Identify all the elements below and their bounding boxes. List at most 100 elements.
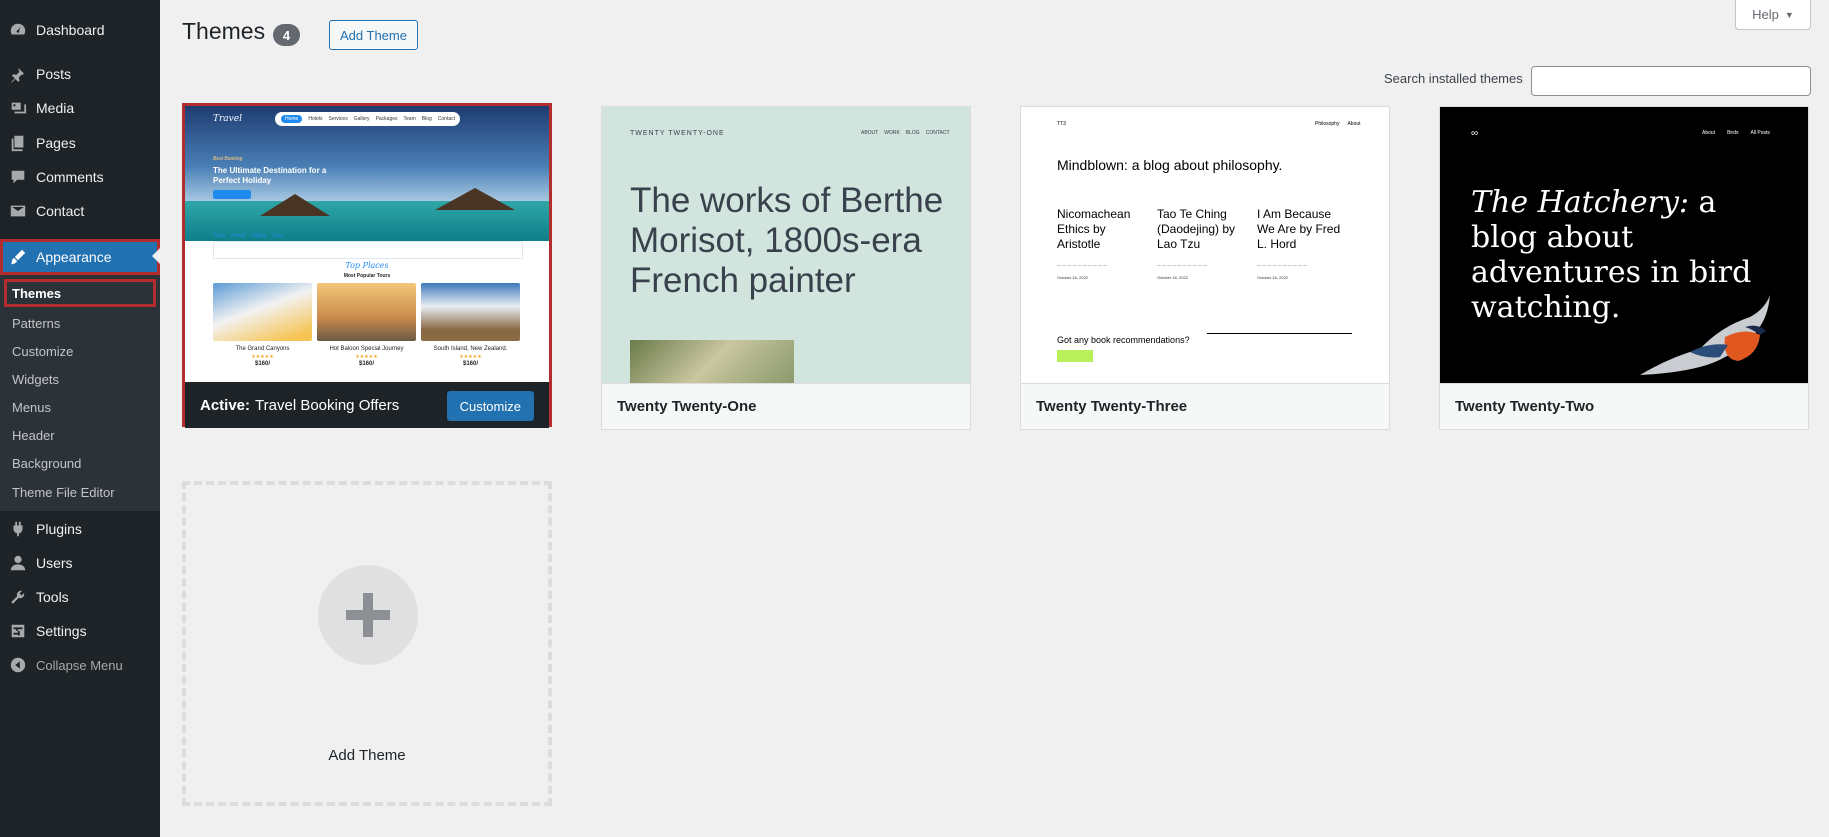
preview-post: Nicomachean Ethics by Aristotle — — — — …: [1057, 207, 1131, 280]
preview-star-rating: ★★★★★: [355, 354, 378, 360]
submenu-menus[interactable]: Menus: [0, 393, 160, 421]
sidebar-item-label: Plugins: [36, 521, 82, 537]
admin-sidebar: Dashboard Posts Media Pages Comments Con…: [0, 0, 160, 837]
theme-name: Twenty Twenty-Two: [1440, 383, 1808, 429]
preview-brand: TWENTY TWENTY-ONE: [630, 130, 725, 137]
preview-headline: The works of Berthe Morisot, 1800s-era F…: [630, 181, 944, 300]
customize-button[interactable]: Customize: [446, 391, 534, 421]
sidebar-item-settings[interactable]: Settings: [0, 614, 160, 648]
submenu-patterns[interactable]: Patterns: [0, 309, 160, 337]
help-tab[interactable]: Help ▼: [1735, 0, 1811, 30]
brush-icon: [0, 248, 36, 266]
sidebar-item-label: Users: [36, 555, 73, 571]
preview-headline: The Ultimate Destination for a Perfect H…: [213, 166, 327, 185]
preview-nav: ABOUT WORK BLOG CONTACT: [861, 130, 950, 136]
theme-card-twenty-twenty-two[interactable]: ∞ About Birds All Posts The Hatchery: a bl…: [1439, 106, 1809, 430]
preview-post: I Am Because We Are by Fred L. Hord — — …: [1257, 207, 1341, 280]
preview-search-bar: [213, 241, 523, 259]
caret-down-icon: ▼: [1784, 9, 1794, 20]
preview-card-title: Hot Baloon Special Journey: [329, 346, 404, 352]
sidebar-item-posts[interactable]: Posts: [0, 57, 160, 91]
theme-name: Travel Booking Offers: [255, 396, 400, 414]
pin-icon: [0, 65, 36, 83]
theme-card-travel-booking-offers[interactable]: Travel Home Hotels Services Gallery Packages…: [182, 103, 552, 428]
sidebar-item-plugins[interactable]: Plugins: [0, 512, 160, 546]
plus-icon: [318, 565, 418, 665]
sidebar-item-label: Comments: [36, 169, 104, 185]
sidebar-item-label: Media: [36, 100, 75, 116]
sidebar-item-label: Dashboard: [36, 22, 105, 38]
sidebar-item-media[interactable]: Media: [0, 91, 160, 125]
sidebar-item-appearance[interactable]: Appearance: [0, 239, 160, 275]
preview-card-title: South Island, New Zealand.: [433, 346, 508, 352]
preview-card-price: $160/: [254, 361, 270, 367]
preview-star-rating: ★★★★★: [251, 354, 274, 360]
preview-section-subtitle: Most Popular Tours: [343, 273, 391, 279]
preview-section-title: Top Places: [345, 261, 389, 270]
theme-screenshot[interactable]: Travel Home Hotels Services Gallery Packages…: [185, 106, 549, 382]
theme-card-twenty-twenty-one[interactable]: TWENTY TWENTY-ONE ABOUT WORK BLOG CONTACT T…: [601, 106, 971, 430]
help-label: Help: [1752, 7, 1779, 22]
sidebar-item-pages[interactable]: Pages: [0, 126, 160, 160]
submenu-header[interactable]: Header: [0, 421, 160, 449]
sidebar-item-label: Settings: [36, 623, 87, 639]
sidebar-item-label: Pages: [36, 135, 76, 151]
preview-tour-card: [421, 283, 520, 341]
submenu-widgets[interactable]: Widgets: [0, 365, 160, 393]
media-icon: [0, 99, 36, 117]
collapse-menu-button[interactable]: Collapse Menu: [0, 648, 160, 682]
preview-question: Got any book recommendations?: [1057, 335, 1190, 345]
theme-screenshot[interactable]: TWENTY TWENTY-ONE ABOUT WORK BLOG CONTACT T…: [602, 107, 970, 383]
theme-card-twenty-twenty-three[interactable]: TT3 Philosophy About Mindblown: a blog ab…: [1020, 106, 1390, 430]
sidebar-item-label: Contact: [36, 203, 85, 219]
preview-card-price: $160/: [462, 361, 478, 367]
sidebar-item-dashboard[interactable]: Dashboard: [0, 13, 160, 47]
search-label: Search installed themes: [1384, 71, 1523, 86]
theme-screenshot[interactable]: TT3 Philosophy About Mindblown: a blog ab…: [1021, 107, 1389, 383]
preview-star-rating: ★★★★★: [459, 354, 482, 360]
submenu-themes[interactable]: Themes: [4, 279, 156, 307]
submenu-background[interactable]: Background: [0, 449, 160, 477]
preview-tabs: Tours Hotels Flights Cars: [213, 233, 283, 239]
active-label: Active:: [200, 396, 251, 414]
sidebar-item-comments[interactable]: Comments: [0, 160, 160, 194]
preview-painting: [630, 340, 794, 383]
theme-name: Twenty Twenty-One: [602, 383, 970, 429]
preview-logo: Travel: [213, 114, 242, 124]
dashboard-icon: [0, 21, 36, 39]
preview-divider: [1207, 333, 1352, 334]
add-new-theme-card[interactable]: Add Theme: [182, 481, 552, 806]
preview-tour-card: [213, 283, 312, 341]
preview-nav: Home Hotels Services Gallery Packages Team Blo…: [275, 112, 460, 126]
preview-card-title: The Grand Canyons: [235, 346, 290, 352]
preview-button: [1057, 350, 1093, 362]
theme-screenshot[interactable]: ∞ About Birds All Posts The Hatchery: a bl…: [1440, 107, 1808, 383]
pages-icon: [0, 134, 36, 152]
collapse-icon: [0, 656, 36, 674]
sidebar-item-label: Tools: [36, 589, 69, 605]
comment-icon: [0, 168, 36, 186]
theme-count-badge: 4: [273, 24, 300, 46]
theme-name-bar: Active: Travel Booking Offers Customize: [185, 382, 549, 428]
preview-tour-card: [317, 283, 416, 341]
page-title: Themes: [182, 18, 266, 44]
theme-name: Twenty Twenty-Three: [1021, 383, 1389, 429]
add-theme-button[interactable]: Add Theme: [329, 20, 418, 50]
user-icon: [0, 554, 36, 572]
submenu-customize[interactable]: Customize: [0, 337, 160, 365]
preview-tagline: Best Booking: [213, 156, 243, 162]
sidebar-item-contact[interactable]: Contact: [0, 194, 160, 228]
preview-card-price: $160/: [358, 361, 374, 367]
sidebar-item-tools[interactable]: Tools: [0, 580, 160, 614]
search-themes-input[interactable]: [1531, 66, 1811, 96]
appearance-submenu: Themes Patterns Customize Widgets Menus …: [0, 275, 160, 511]
bird-illustration: [1640, 295, 1770, 375]
preview-brand: TT3: [1057, 121, 1066, 127]
glasses-icon: ∞: [1471, 128, 1479, 139]
sidebar-item-label: Appearance: [36, 249, 112, 265]
submenu-theme-file-editor[interactable]: Theme File Editor: [0, 478, 160, 506]
preview-headline: Mindblown: a blog about philosophy.: [1057, 157, 1283, 173]
add-theme-label: Add Theme: [328, 747, 406, 764]
preview-post: Tao Te Ching (Daodejing) by Lao Tzu — — …: [1157, 207, 1236, 280]
sidebar-item-users[interactable]: Users: [0, 546, 160, 580]
